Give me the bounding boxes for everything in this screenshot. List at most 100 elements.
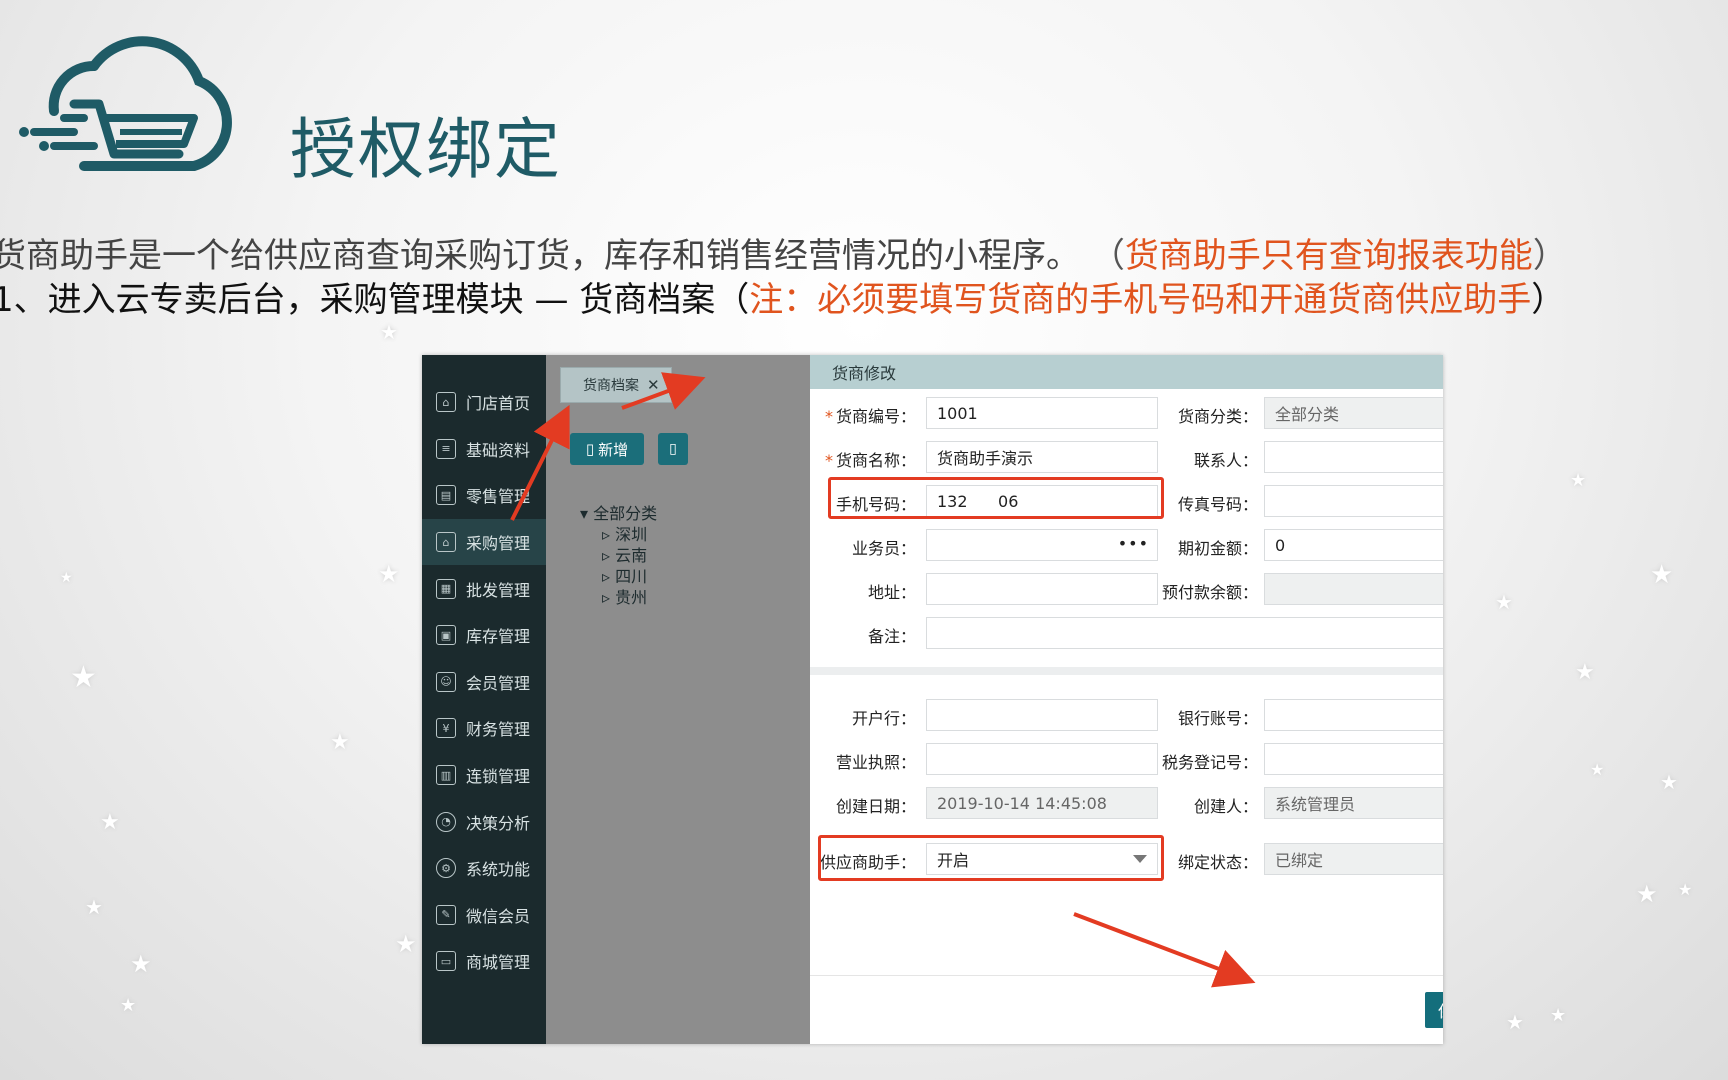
fax-label: 传真号码： [1177, 495, 1258, 514]
description-line-2-close: ） [1531, 280, 1566, 320]
member-icon: ☺ [436, 671, 456, 692]
sidebar-item-member[interactable]: ☺ 会员管理 [422, 659, 546, 706]
purchase-icon: ⌂ [436, 532, 456, 553]
section-divider [810, 667, 1443, 675]
cart-icon: ▦ [436, 578, 456, 599]
sidebar-item-label: 会员管理 [466, 673, 531, 693]
salesman-field[interactable]: ••• [926, 529, 1158, 561]
sidebar-item-purchase[interactable]: ⌂ 采购管理 [422, 518, 546, 566]
finance-icon: ¥ [436, 718, 456, 739]
analysis-icon: ◔ [436, 811, 456, 832]
file-icon: ▯ [585, 440, 595, 458]
tax-field[interactable] [1264, 743, 1443, 775]
tree-item[interactable]: ▹ 贵州 [580, 587, 657, 608]
name-label: * 货商名称： [824, 451, 916, 470]
sidebar-item-retail[interactable]: ▤ 零售管理 [422, 472, 546, 519]
description-line-1: 货商助手是一个给供应商查询采购订货，库存和销售经营情况的小程序。 （货商助手只有… [0, 228, 1567, 277]
bind-status-label: 绑定状态： [1177, 853, 1258, 872]
account-field[interactable] [1264, 699, 1443, 731]
app-screenshot: ⌂ 门店首页 ≡ 基础资料 ▤ 零售管理 ⌂ 采购管理 ▦ 批发管理 ▣ 库存管理 ☺ 会员管… [422, 355, 1443, 1044]
prepay-field: 元 [1264, 573, 1443, 605]
description-line-1-open: （ [1090, 236, 1125, 276]
tree-root[interactable]: ▾ 全部分类 [580, 503, 657, 524]
sidebar-item-label: 决策分析 [466, 813, 531, 833]
sidebar-item-label: 系统功能 [466, 860, 531, 880]
tree-item-label: 四川 [615, 567, 648, 586]
category-select[interactable]: 全部分类 [1264, 397, 1443, 429]
new-button[interactable]: ▯ 新增 [570, 433, 644, 465]
description-line-2-main: 1、进入云专卖后台，采购管理模块 — 货商档案（ [0, 280, 750, 320]
sidebar-item-wechat[interactable]: ✎ 微信会员 [422, 892, 546, 939]
sidebar-item-finance[interactable]: ¥ 财务管理 [422, 705, 546, 752]
highlight-box-phone [828, 477, 1164, 519]
edit-supplier-dialog: 货商修改 ✕ *货商编号： 1001 货商分类： 全部分类 *货商名称： 货商助… [810, 355, 1443, 1044]
description-line-1-main: 货商助手是一个给供应商查询采购订货，库存和销售经营情况的小程序。 [0, 236, 1080, 276]
license-field[interactable] [926, 743, 1158, 775]
tree-root-label: 全部分类 [593, 504, 658, 523]
main-pane: 货商档案 ✕ ▯ 新增 ▯ ▾ 全部分类 ▹ 深圳 ▹ 云南 ▹ 四川 ▹ 贵州 … [546, 355, 1443, 1044]
sidebar-item-label: 零售管理 [466, 487, 531, 507]
data-icon: ≡ [436, 438, 456, 459]
sidebar-item-label: 商城管理 [466, 953, 531, 973]
creator-field: 系统管理员 [1264, 787, 1443, 819]
sidebar-item-inventory[interactable]: ▣ 库存管理 [422, 612, 546, 659]
bank-label: 开户行： [851, 709, 916, 728]
tree-item-label: 深圳 [615, 525, 648, 544]
tree-item[interactable]: ▹ 云南 [580, 545, 657, 566]
new-button-label: 新增 [598, 440, 629, 459]
created-date-label: 创建日期： [835, 797, 916, 816]
address-label: 地址： [867, 583, 916, 602]
tree-item-label: 云南 [615, 546, 648, 565]
opening-amount-label: 期初金额： [1177, 539, 1258, 558]
description-line-2-highlight: 注：必须要填写货商的手机号码和开通货商供应助手 [749, 280, 1532, 320]
sidebar-item-chain[interactable]: ▥ 连锁管理 [422, 752, 546, 799]
save-button[interactable]: 保存 [1425, 992, 1443, 1028]
sidebar-item-system[interactable]: ⚙ 系统功能 [422, 845, 546, 892]
sidebar-item-basic-data[interactable]: ≡ 基础资料 [422, 426, 546, 473]
sidebar-item-mall[interactable]: ▭ 商城管理 [422, 938, 546, 985]
sidebar-item-label: 微信会员 [466, 906, 531, 926]
code-field[interactable]: 1001 [926, 397, 1158, 429]
description-line-1-highlight: 货商助手只有查询报表功能 [1124, 236, 1533, 276]
sidebar-item-store-home[interactable]: ⌂ 门店首页 [422, 379, 546, 426]
sidebar-item-label: 库存管理 [466, 627, 531, 647]
wechat-icon: ✎ [436, 904, 456, 925]
sidebar-item-label: 连锁管理 [466, 767, 531, 787]
creator-label: 创建人： [1193, 797, 1258, 816]
tree-item[interactable]: ▹ 深圳 [580, 524, 657, 545]
sidebar-item-label: 批发管理 [466, 580, 531, 600]
bank-field[interactable] [926, 699, 1158, 731]
remark-label: 备注： [867, 627, 916, 646]
category-tree: ▾ 全部分类 ▹ 深圳 ▹ 云南 ▹ 四川 ▹ 贵州 [580, 503, 657, 608]
category-label: 货商分类： [1177, 407, 1258, 426]
fax-field[interactable] [1264, 485, 1443, 517]
license-label: 营业执照： [835, 753, 916, 772]
sidebar-item-label: 财务管理 [466, 720, 531, 740]
sidebar-item-analysis[interactable]: ◔ 决策分析 [422, 798, 546, 845]
contact-field[interactable] [1264, 441, 1443, 473]
tree-item-label: 贵州 [615, 588, 648, 607]
gear-icon: ⚙ [436, 858, 456, 879]
toolbar-button[interactable]: ▯ [658, 433, 688, 465]
inventory-icon: ▣ [436, 625, 456, 646]
opening-amount-field[interactable]: 0 [1264, 529, 1443, 561]
more-icon[interactable]: ••• [1118, 534, 1149, 553]
address-field[interactable] [926, 573, 1158, 605]
mall-icon: ▭ [436, 951, 456, 972]
tax-label: 税务登记号： [1161, 753, 1258, 772]
created-date-field: 2019-10-14 14:45:08 [926, 787, 1158, 819]
sidebar-item-label: 门店首页 [466, 394, 531, 414]
tab-supplier-archive[interactable]: 货商档案 ✕ [560, 367, 672, 403]
code-label: * 货商编号： [824, 407, 916, 426]
chain-icon: ▥ [436, 765, 456, 786]
account-label: 银行账号： [1177, 709, 1258, 728]
sidebar-item-wholesale[interactable]: ▦ 批发管理 [422, 565, 546, 612]
name-field[interactable]: 货商助手演示 [926, 441, 1158, 473]
footer-divider [810, 975, 1443, 976]
dialog-header: 货商修改 ✕ [810, 355, 1443, 389]
close-icon[interactable]: ✕ [647, 376, 660, 394]
description-line-1-close: ） [1532, 236, 1567, 276]
remark-field[interactable] [926, 617, 1443, 649]
tree-item[interactable]: ▹ 四川 [580, 566, 657, 587]
contact-label: 联系人： [1193, 451, 1258, 470]
